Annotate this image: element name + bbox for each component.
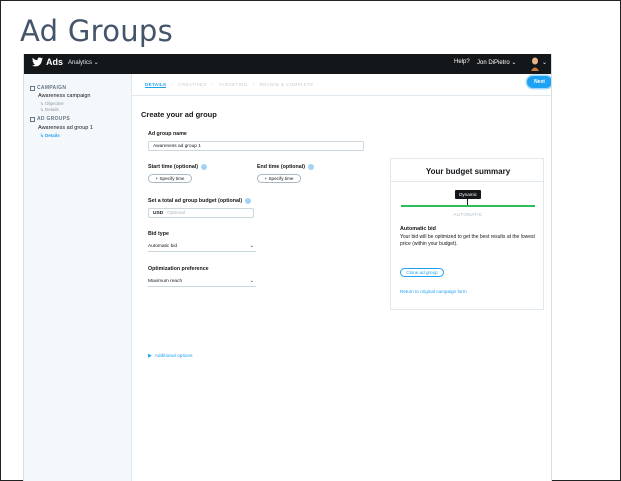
clone-ad-group-button[interactable]: Clone ad group [400, 268, 444, 277]
start-time-button[interactable]: + Specify time [148, 174, 192, 183]
ad-groups-icon [30, 116, 35, 122]
user-menu[interactable]: Jon DiPietro ⌄ [477, 59, 516, 66]
automatic-label: AUTOMATIC [453, 212, 483, 217]
automatic-bid-description: Your bid will be optimized to get the be… [400, 234, 535, 247]
step-creatives[interactable]: CREATIVES [178, 82, 206, 88]
header-divider [132, 95, 551, 96]
budget-summary-panel: Your budget summary Dynamic AUTOMATIC Au… [390, 158, 544, 310]
sidebar-header-ad-groups: AD GROUPS [30, 116, 70, 122]
sidebar: CAMPAIGN Awareness campaign ↳ Objective … [24, 74, 132, 481]
help-icon[interactable] [245, 198, 252, 204]
main-content: DETAILS › CREATIVES › TARGETING › REVIEW… [132, 74, 551, 481]
step-separator: › [211, 82, 214, 87]
return-to-campaign-link[interactable]: Return to original campaign form [400, 289, 467, 294]
sidebar-header-campaign: CAMPAIGN [30, 85, 66, 91]
ad-group-name-label: Ad group name [148, 131, 187, 137]
budget-bar [401, 205, 535, 207]
help-icon[interactable] [201, 164, 208, 170]
ads-logo[interactable]: Ads [32, 57, 63, 67]
automatic-bid-title: Automatic bid [400, 226, 436, 232]
summary-divider [391, 181, 543, 182]
sidebar-item-campaign-details[interactable]: ↳ Details [40, 107, 59, 113]
ad-group-name-input[interactable]: Awareness ad group 1 [148, 141, 364, 151]
form-title: Create your ad group [141, 110, 217, 119]
chevron-down-icon: ⌄ [249, 278, 254, 284]
dynamic-tooltip: Dynamic [455, 190, 481, 199]
sidebar-item-campaign[interactable]: Awareness campaign [38, 93, 90, 99]
next-button[interactable]: Next [527, 76, 551, 88]
ads-screenshot: Ads Analytics ⌄ Help? Jon DiPietro ⌄ ⌄ C… [23, 54, 552, 481]
top-navbar: Ads Analytics ⌄ Help? Jon DiPietro ⌄ ⌄ [24, 54, 551, 74]
currency-label: USD [153, 211, 164, 216]
budget-label: Set a total ad group budget (optional) [148, 198, 252, 204]
step-breadcrumb: DETAILS › CREATIVES › TARGETING › REVIEW… [145, 82, 314, 88]
step-separator: › [171, 82, 174, 87]
end-time-button[interactable]: + Specify time [257, 174, 301, 183]
brand-label: Ads [46, 57, 64, 67]
step-separator: › [252, 82, 255, 87]
step-review[interactable]: REVIEW & COMPLETE [260, 82, 314, 88]
bid-type-select[interactable]: Automatic bid ⌄ [148, 242, 256, 252]
campaign-icon [30, 85, 35, 91]
step-targeting[interactable]: TARGETING [219, 82, 248, 88]
slide-title: Ad Groups [20, 14, 174, 48]
help-icon[interactable] [307, 164, 314, 170]
sidebar-item-ad-group-details[interactable]: ↳ Details [40, 133, 60, 139]
step-details[interactable]: DETAILS [145, 82, 167, 88]
optimization-select[interactable]: Maximum reach ⌄ [148, 277, 256, 287]
analytics-menu[interactable]: Analytics ⌄ [68, 59, 99, 66]
bid-type-label: Bid type [148, 231, 169, 237]
chevron-down-icon: ⌄ [249, 243, 254, 249]
bird-icon [32, 57, 43, 67]
budget-summary-title: Your budget summary [425, 167, 511, 176]
additional-options-toggle[interactable]: ▶ Additional options [148, 354, 193, 359]
caret-right-icon: ▶ [148, 354, 152, 359]
chevron-down-icon[interactable]: ⌄ [542, 59, 547, 66]
optimization-label: Optimization preference [148, 266, 209, 272]
end-time-label: End time (optional) [257, 164, 314, 170]
help-link[interactable]: Help? [454, 59, 470, 65]
budget-placeholder: Optional [167, 211, 186, 216]
sidebar-item-ad-group[interactable]: Awareness ad group 1 [38, 125, 93, 131]
avatar[interactable] [529, 57, 541, 71]
start-time-label: Start time (optional) [148, 164, 208, 170]
budget-input[interactable]: USD Optional [148, 208, 254, 218]
